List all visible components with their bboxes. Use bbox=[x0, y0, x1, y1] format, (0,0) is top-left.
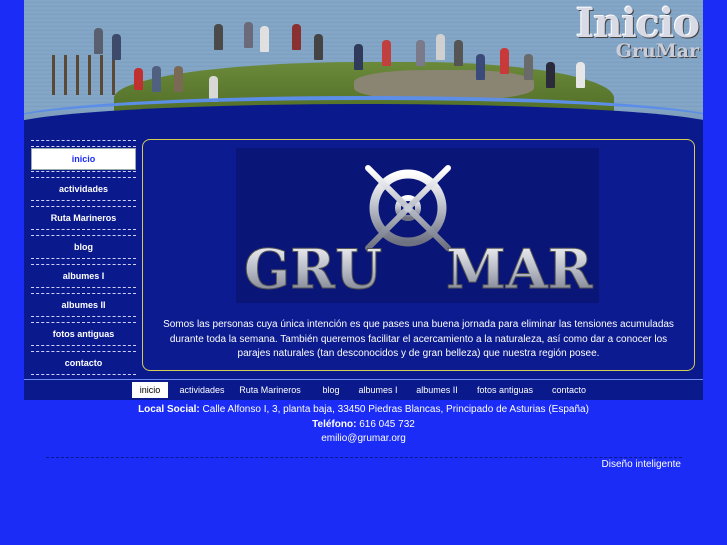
grumar-logo: GRU MAR bbox=[236, 148, 599, 303]
sidebar-item-fotos-antiguas[interactable]: fotos antiguas bbox=[31, 324, 136, 344]
footer: Local Social: Calle Alfonso I, 3, planta… bbox=[0, 403, 727, 447]
site-subtitle: GruMar bbox=[615, 40, 699, 62]
sidebar-item-blog[interactable]: blog bbox=[31, 237, 136, 257]
top-nav: inicio actividades Ruta Marineros blog a… bbox=[24, 379, 703, 399]
main-content: GRU MAR Somos las personas cuya única in… bbox=[142, 139, 695, 371]
nav-divider bbox=[31, 140, 136, 147]
sidebar-item-contacto[interactable]: contacto bbox=[31, 353, 136, 373]
ships-wheel-icon: GRU MAR bbox=[244, 149, 594, 302]
intro-text: Somos las personas cuya única intención … bbox=[163, 319, 674, 359]
tab-inicio[interactable]: inicio bbox=[132, 382, 168, 398]
tab-albumes-1[interactable]: albumes I bbox=[354, 382, 402, 398]
nav-divider bbox=[31, 345, 136, 352]
tab-fotos-antiguas[interactable]: fotos antiguas bbox=[474, 382, 536, 398]
nav-divider bbox=[31, 200, 136, 207]
nav-divider bbox=[31, 229, 136, 236]
sidebar-item-albumes-2[interactable]: albumes II bbox=[31, 295, 136, 315]
address-value: Calle Alfonso I, 3, planta baja, 33450 P… bbox=[202, 404, 589, 415]
sidebar-item-actividades[interactable]: actividades bbox=[31, 179, 136, 199]
nav-divider bbox=[31, 316, 136, 323]
logo-text-right: MAR bbox=[446, 237, 594, 301]
sidebar-nav: inicio actividades Ruta Marineros blog a… bbox=[31, 140, 136, 381]
footer-email[interactable]: emilio@grumar.org bbox=[0, 432, 727, 447]
design-credit-link[interactable]: Diseño inteligente bbox=[602, 459, 682, 470]
banner-fence bbox=[52, 55, 122, 95]
sidebar-item-ruta-marineros[interactable]: Ruta Marineros bbox=[31, 208, 136, 228]
phone-value: 616 045 732 bbox=[359, 418, 415, 430]
sidebar-item-inicio[interactable]: inicio bbox=[31, 148, 136, 170]
tab-albumes-2[interactable]: albumes II bbox=[412, 382, 462, 398]
banner-wave bbox=[24, 104, 703, 138]
footer-divider bbox=[46, 457, 682, 458]
logo-text-left: GRU bbox=[244, 237, 382, 301]
tab-contacto[interactable]: contacto bbox=[546, 382, 592, 398]
page-wrapper: Inicio GruMar inicio actividades Ruta Ma… bbox=[24, 0, 703, 400]
nav-divider bbox=[31, 287, 136, 294]
address-label: Local Social: bbox=[138, 404, 200, 415]
footer-phone: Teléfono: 616 045 732 bbox=[0, 418, 727, 433]
tab-ruta-marineros[interactable]: Ruta Marineros bbox=[238, 382, 302, 398]
tab-actividades[interactable]: actividades bbox=[174, 382, 230, 398]
nav-divider bbox=[31, 171, 136, 178]
phone-label: Teléfono: bbox=[312, 418, 357, 430]
footer-address: Local Social: Calle Alfonso I, 3, planta… bbox=[0, 403, 727, 418]
sidebar-item-albumes-1[interactable]: albumes I bbox=[31, 266, 136, 286]
header-banner: Inicio GruMar bbox=[24, 0, 703, 138]
nav-divider bbox=[31, 258, 136, 265]
tab-blog[interactable]: blog bbox=[314, 382, 348, 398]
